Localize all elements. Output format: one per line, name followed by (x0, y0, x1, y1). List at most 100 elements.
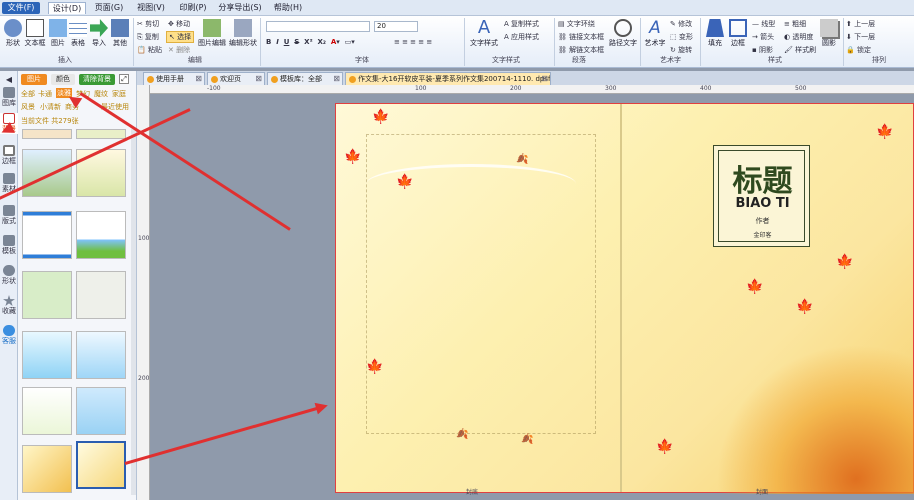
shadow-button[interactable]: ▪ 阴影 (752, 45, 773, 55)
close-icon[interactable]: ⊠ (255, 73, 262, 85)
category-cartoon[interactable]: 卡通 (38, 89, 52, 99)
delete-button[interactable]: ✕ 删除 (168, 45, 190, 55)
align-buttons[interactable]: ≡ ≡ ≡ ≡ ≡ (394, 38, 432, 46)
menu-page[interactable]: 页面(G) (90, 2, 128, 14)
category-fresh[interactable]: 小清新 (40, 102, 61, 112)
art-text-button[interactable]: A 艺术字 (643, 19, 667, 48)
tool-template[interactable]: 模板 (0, 235, 18, 256)
paste-button[interactable]: 📋 粘贴 (137, 45, 162, 55)
background-thumbnail[interactable] (22, 211, 72, 259)
background-thumbnail[interactable] (76, 331, 126, 379)
table-button[interactable]: 表格 (68, 19, 88, 48)
background-thumbnail-selected[interactable] (76, 441, 126, 489)
weight-button[interactable]: ≡ 粗细 (784, 19, 806, 29)
unlink-textbox-label: 解链文本框 (569, 46, 605, 54)
cut-button[interactable]: ✂ 剪切 (137, 19, 159, 29)
menu-file[interactable]: 文件(F) (2, 2, 40, 14)
tool-gallery[interactable]: 图库 (0, 87, 18, 108)
bring-forward-button[interactable]: ⬆ 上一层 (846, 19, 875, 29)
tool-layout-label: 版式 (2, 217, 16, 225)
author-label[interactable]: 作者 (714, 216, 811, 226)
link-textbox-button[interactable]: ⛓ 链接文本框 (558, 32, 604, 42)
copy-style-button[interactable]: A 复制样式 (504, 19, 539, 29)
other-button[interactable]: 其他 (109, 19, 131, 48)
text-style-button[interactable]: A 文字样式 (468, 19, 500, 48)
image-edit-button[interactable]: 图片编辑 (197, 19, 227, 48)
background-thumbnail[interactable] (22, 387, 72, 435)
path-text-button[interactable]: 路径文字 (608, 19, 638, 48)
menu-help[interactable]: 帮助(H) (270, 2, 306, 14)
close-icon[interactable]: ⊠ (541, 73, 548, 85)
select-button[interactable]: ↖ 选择 (166, 31, 195, 43)
background-thumbnail[interactable] (22, 149, 72, 197)
title-box[interactable]: 标题 BIAO TI 作者 金印客 (713, 145, 810, 247)
background-thumbnail[interactable] (22, 129, 72, 139)
leaf-icon: 🍁 (836, 254, 854, 270)
tab-current-document[interactable]: 作文集-大16开软皮平装-夏季系列作文集200714-1110. dpsf* ⊠ (345, 72, 551, 85)
document-page[interactable]: 🍁 🍁 🍁 🍂 🍁 🍂 🍂 🍁 🍁 🍁 🍁 🍁 封底 封面 (335, 103, 914, 496)
tab-welcome[interactable]: 欢迎页 ⊠ (207, 72, 265, 85)
tool-border[interactable]: 边框 (0, 145, 18, 166)
menu-share-export[interactable]: 分享导出(S) (214, 2, 266, 14)
background-thumbnail[interactable] (76, 129, 126, 139)
panel-tab-image[interactable]: 图片 (21, 74, 47, 85)
send-backward-button[interactable]: ⬇ 下一层 (846, 32, 875, 42)
font-format-buttons[interactable]: B I U S X² X₂ A▾ ▭▾ (266, 38, 355, 46)
text-wrap-button[interactable]: ▤ 文字环绕 (558, 19, 595, 29)
panel-tab-color[interactable]: 颜色 (51, 74, 75, 85)
close-icon[interactable]: ⊠ (195, 73, 202, 85)
category-family[interactable]: 家庭 (112, 89, 126, 99)
art-rotate-button[interactable]: ↻ 旋转 (670, 45, 692, 55)
shadow-effect-button[interactable]: 圆影 (818, 19, 840, 48)
clear-background-button[interactable]: 清除背景 (79, 74, 115, 85)
border-button[interactable]: 边框 (727, 19, 749, 48)
panel-scrollbar[interactable] (131, 129, 136, 495)
category-all[interactable]: 全部 (21, 89, 35, 99)
tool-shape[interactable]: 形状 (0, 265, 18, 286)
shape-tool-icon (3, 265, 15, 276)
background-thumbnail[interactable] (22, 271, 72, 319)
background-thumbnail[interactable] (76, 271, 126, 319)
category-pattern[interactable]: 魔纹 (94, 89, 108, 99)
cover-title[interactable]: 标题 (714, 156, 811, 200)
art-transform-button[interactable]: ⬚ 变形 (670, 32, 693, 42)
tab-template-library[interactable]: 模板库：全部 ⊠ (267, 72, 343, 85)
import-button[interactable]: 导入 (89, 19, 109, 48)
font-family-select[interactable] (266, 21, 370, 32)
tool-support[interactable]: 客服 (0, 325, 18, 346)
expand-icon[interactable]: ⤢ (119, 74, 129, 84)
art-edit-button[interactable]: ✎ 修改 (670, 19, 692, 29)
move-button[interactable]: ✥ 移动 (168, 19, 190, 29)
menu-design[interactable]: 设计(D) (48, 2, 86, 14)
collapse-icon[interactable]: ◀ (0, 75, 18, 84)
format-painter-button[interactable]: 🖌 样式刷 (784, 45, 816, 55)
close-icon[interactable]: ⊠ (333, 73, 340, 85)
background-thumbnail[interactable] (76, 387, 126, 435)
edit-shape-button[interactable]: 编辑形状 (228, 19, 258, 48)
arrow-button[interactable]: → 箭头 (752, 32, 774, 42)
move-label: 移动 (176, 20, 191, 28)
line-type-button[interactable]: — 线型 (752, 19, 775, 29)
category-scenery[interactable]: 风景 (21, 102, 35, 112)
background-thumbnail[interactable] (22, 331, 72, 379)
textbox-button[interactable]: 文本框 (24, 19, 46, 48)
unlink-textbox-button[interactable]: ⛓ 解链文本框 (558, 45, 604, 55)
author-name[interactable]: 金印客 (714, 230, 811, 239)
shape-button[interactable]: 形状 (3, 19, 23, 48)
menu-print[interactable]: 印刷(P) (174, 2, 212, 14)
background-thumbnail[interactable] (76, 211, 126, 259)
menu-view[interactable]: 视图(V) (132, 2, 170, 14)
image-button[interactable]: 图片 (48, 19, 68, 48)
tool-layout[interactable]: 版式 (0, 205, 18, 226)
fill-button[interactable]: 填充 (704, 19, 726, 48)
font-size-select[interactable]: 20 (374, 21, 418, 32)
background-thumbnail[interactable] (22, 445, 72, 493)
cover-subtitle[interactable]: BIAO TI (714, 196, 811, 211)
lock-button[interactable]: 🔒 锁定 (846, 45, 871, 55)
tool-favorites[interactable]: 收藏 (0, 295, 18, 316)
tab-icon (211, 76, 218, 83)
copy-button[interactable]: ⎘ 复制 (137, 32, 159, 42)
opacity-button[interactable]: ◐ 透明度 (784, 32, 813, 42)
apply-style-button[interactable]: A 应用样式 (504, 32, 539, 42)
tab-user-manual[interactable]: 使用手册 ⊠ (143, 72, 205, 85)
